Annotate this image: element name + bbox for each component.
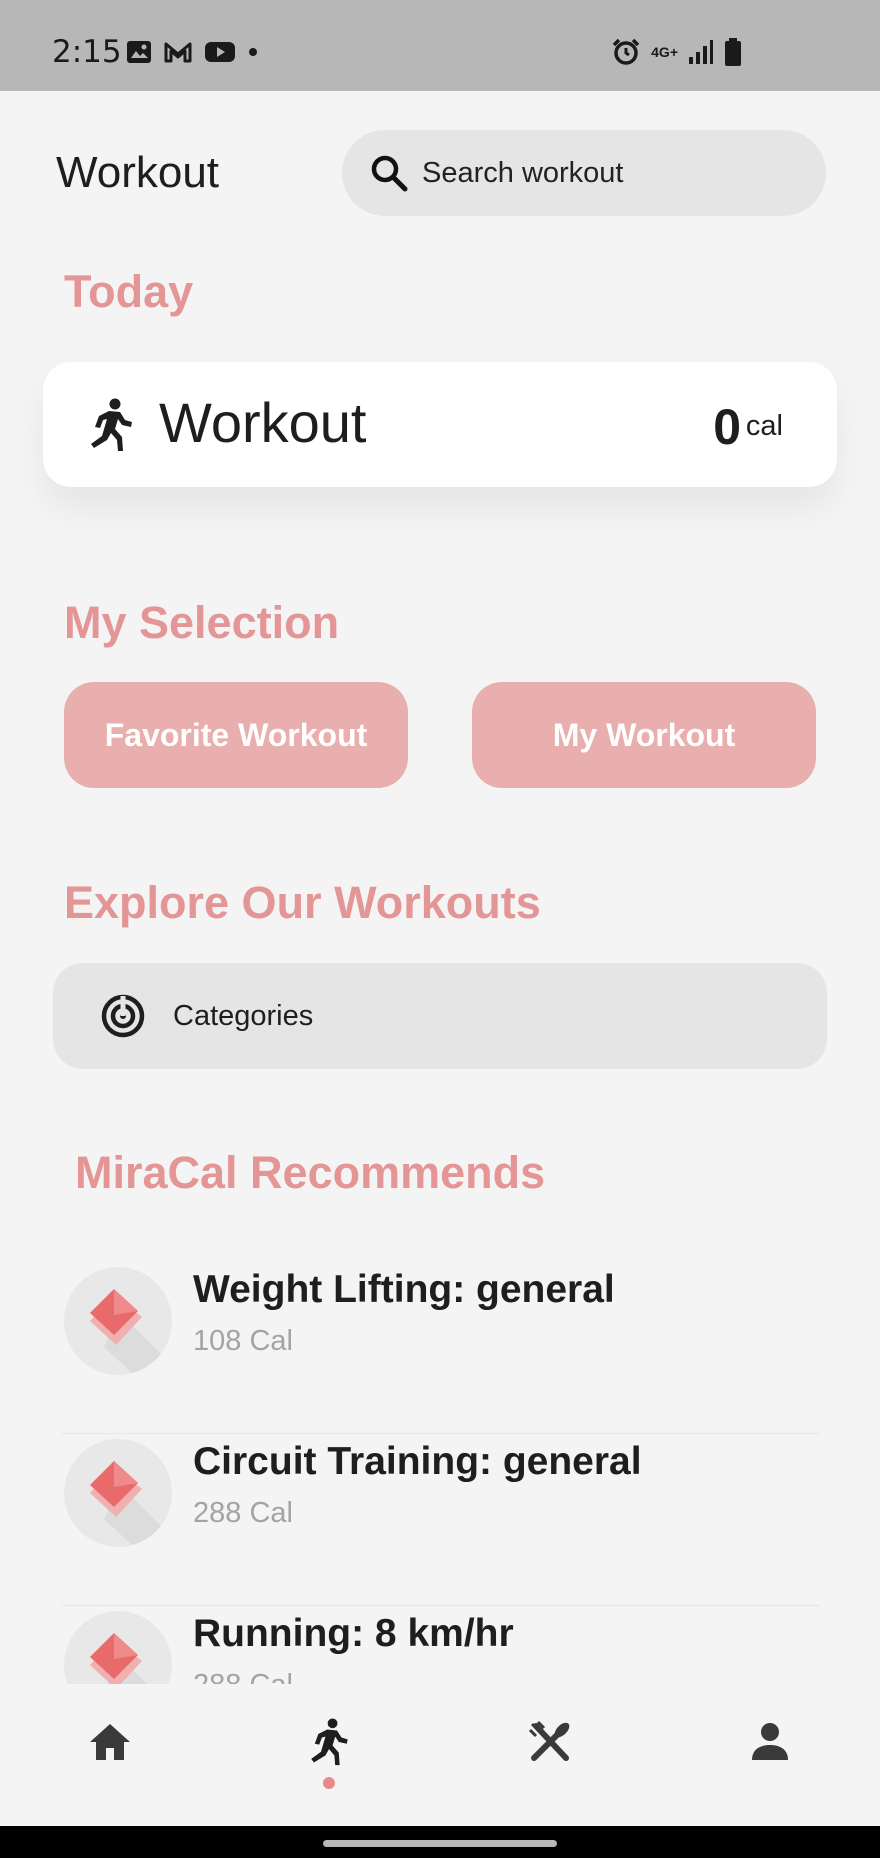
search-input[interactable] <box>422 156 802 190</box>
diamond-icon <box>90 1289 170 1375</box>
signal-icon <box>689 40 713 64</box>
workout-calories: 288 Cal <box>193 1497 293 1529</box>
recommendations-list: Weight Lifting: general 108 Cal Circuit … <box>62 1262 820 1684</box>
battery-icon <box>725 38 741 66</box>
status-left-icons <box>126 40 258 64</box>
categories-label: Categories <box>173 999 314 1032</box>
calories-unit: cal <box>745 410 783 442</box>
nav-home[interactable] <box>62 1710 158 1806</box>
list-item[interactable]: Circuit Training: general 288 Cal <box>62 1434 820 1606</box>
recommends-heading: MiraCal Recommends <box>75 1147 546 1198</box>
alarm-icon <box>612 38 640 65</box>
workout-icon <box>311 1718 348 1766</box>
status-bar: 2:15 4G+ <box>0 0 880 91</box>
list-item[interactable]: Running: 8 km/hr 288 Cal <box>62 1606 820 1684</box>
workout-thumbnail <box>64 1611 172 1684</box>
bottom-nav <box>0 1684 880 1826</box>
today-workout-card[interactable]: Workout 0 cal <box>43 362 837 487</box>
gesture-bar <box>0 1826 880 1858</box>
page-title: Workout <box>56 148 220 197</box>
workout-thumbnail <box>64 1439 172 1547</box>
status-time: 2:15 <box>52 34 122 70</box>
search-icon <box>371 155 408 192</box>
profile-icon <box>752 1723 788 1760</box>
nav-workout[interactable] <box>281 1710 377 1806</box>
workout-name: Circuit Training: general <box>193 1440 642 1483</box>
today-heading: Today <box>64 266 194 317</box>
workout-calories: 288 Cal <box>193 1669 293 1684</box>
workout-name: Running: 8 km/hr <box>193 1612 514 1655</box>
dot-icon <box>249 48 257 56</box>
workout-calories: 108 Cal <box>193 1325 293 1357</box>
favorite-workout-button[interactable]: Favorite Workout <box>64 682 408 788</box>
today-card-label: Workout <box>159 391 367 454</box>
running-icon <box>91 398 132 451</box>
home-gesture-handle[interactable] <box>323 1840 557 1847</box>
food-icon <box>528 1720 570 1761</box>
youtube-icon <box>205 42 235 62</box>
explore-heading: Explore Our Workouts <box>64 877 541 928</box>
diamond-icon <box>90 1461 170 1547</box>
gmail-icon <box>164 42 192 63</box>
diamond-icon <box>90 1633 147 1684</box>
workout-thumbnail <box>64 1267 172 1375</box>
target-icon <box>101 994 145 1038</box>
my-selection-heading: My Selection <box>64 597 340 648</box>
active-tab-indicator <box>323 1777 335 1789</box>
workout-name: Weight Lifting: general <box>193 1268 615 1311</box>
search-bar[interactable] <box>342 130 826 216</box>
status-right-icons: 4G+ <box>611 38 742 66</box>
calories-value: 0 <box>713 399 741 455</box>
home-icon <box>90 1724 130 1760</box>
nav-food[interactable] <box>502 1710 598 1806</box>
nav-profile[interactable] <box>722 1710 818 1806</box>
gallery-icon <box>127 41 151 63</box>
list-item[interactable]: Weight Lifting: general 108 Cal <box>62 1262 820 1434</box>
categories-button[interactable]: Categories <box>53 963 827 1069</box>
my-workout-button[interactable]: My Workout <box>472 682 816 788</box>
4g-icon: 4G+ <box>651 44 678 60</box>
